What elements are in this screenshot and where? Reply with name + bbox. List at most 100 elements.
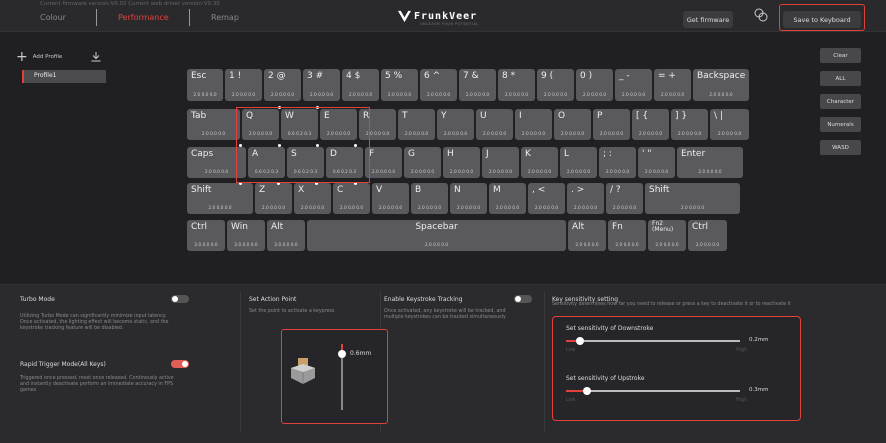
key-2-2[interactable]: S 0.6 0.2 0.3 xyxy=(287,147,324,178)
key-4-0[interactable]: Ctrl 2.0 0.0 0.0 xyxy=(187,220,225,251)
rapid-trigger-toggle[interactable] xyxy=(171,360,189,368)
key-2-8[interactable]: K 2.0 0.0 0.0 xyxy=(521,147,558,178)
key-0-10[interactable]: 0 ) 2.0 0.0 0.0 xyxy=(576,69,613,101)
preset-character-button[interactable]: Character xyxy=(820,94,861,109)
key-1-5[interactable]: T 2.0 0.0 0.0 xyxy=(398,109,435,140)
key-0-9[interactable]: 9 (2.0 0.0 0.0 xyxy=(537,69,574,101)
key-0-5[interactable]: 5 % 2.0 0.0 0.0 xyxy=(381,69,418,101)
key-0-1[interactable]: 1 ! 2.0 0.0 0.0 xyxy=(225,69,262,101)
selection-handle xyxy=(278,106,281,109)
key-1-10[interactable]: P 2.0 0.0 0.0 xyxy=(593,109,630,140)
key-4-4[interactable]: Alt 2.0 0.0 0.0 xyxy=(568,220,606,251)
key-1-4[interactable]: R 2.0 0.0 0.0 xyxy=(359,109,396,140)
key-4-3[interactable]: Spacebar 2.0 0.0 0.0 xyxy=(307,220,566,251)
key-2-6[interactable]: H 2.0 0.0 0.0 xyxy=(443,147,480,178)
key-3-2[interactable]: X 2.0 0.0 0.0 xyxy=(294,183,331,214)
key-3-9[interactable]: . > 2.0 0.0 0.0 xyxy=(567,183,604,214)
key-1-7[interactable]: U 2.0 0.0 0.0 xyxy=(476,109,513,140)
key-3-0[interactable]: Shift 2.0 0.0 0.0 xyxy=(187,183,253,214)
key-3-8[interactable]: , < 2.0 0.0 0.0 xyxy=(528,183,565,214)
key-3-11[interactable]: Shift 2.0 0.0 0.0 xyxy=(645,183,740,214)
key-1-6[interactable]: Y 2.0 0.0 0.0 xyxy=(437,109,474,140)
firmware-version-info: Current firmware version:V0.02 Current w… xyxy=(40,1,220,7)
key-2-0[interactable]: Caps 2.0 0.0 0.0 xyxy=(187,147,246,178)
download-icon[interactable] xyxy=(91,52,101,62)
tab-remap[interactable]: Remap xyxy=(211,13,239,22)
preset-all-button[interactable]: ALL xyxy=(820,71,861,86)
key-actuation-values: 2.0 0.0 0.0 xyxy=(534,206,559,211)
key-actuation-values: 2.0 0.0 0.0 xyxy=(365,132,390,137)
downstroke-slider-track[interactable] xyxy=(566,340,740,342)
key-1-8[interactable]: I 2.0 0.0 0.0 xyxy=(515,109,552,140)
add-profile-button[interactable]: + Add Profile xyxy=(16,50,62,64)
save-to-keyboard-button[interactable]: Save to Keyboard xyxy=(783,11,861,28)
key-label: D xyxy=(330,149,337,159)
key-label: Alt xyxy=(572,222,585,232)
action-point-slider-handle[interactable] xyxy=(338,349,346,358)
key-actuation-values: 2.0 0.0 0.0 xyxy=(660,93,685,98)
preset-wasd-button[interactable]: WASD xyxy=(820,140,861,155)
key-3-10[interactable]: / ? 2.0 0.0 0.0 xyxy=(606,183,643,214)
key-4-7[interactable]: Ctrl 2.0 0.0 0.0 xyxy=(688,220,727,251)
key-actuation-values: 0.6 0.2 0.3 xyxy=(293,170,318,175)
key-label: Caps xyxy=(191,149,214,159)
tab-colour[interactable]: Colour xyxy=(40,13,66,22)
selection-handle xyxy=(278,144,281,147)
key-label: N xyxy=(454,185,461,195)
key-label: T xyxy=(402,111,408,121)
preset-numerals-button[interactable]: Numerals xyxy=(820,117,861,132)
key-2-12[interactable]: Enter 2.0 0.0 0.0 xyxy=(677,147,743,178)
preset-clear-button[interactable]: Clear xyxy=(820,48,861,63)
key-1-2[interactable]: W 0.6 0.2 0.3 xyxy=(281,109,318,140)
key-2-3[interactable]: D 0.6 0.2 0.3 xyxy=(326,147,363,178)
key-0-8[interactable]: 8 * 2.0 0.0 0.0 xyxy=(498,69,535,101)
key-2-10[interactable]: ; : 2.0 0.0 0.0 xyxy=(599,147,636,178)
key-1-9[interactable]: O 2.0 0.0 0.0 xyxy=(554,109,591,140)
key-3-3[interactable]: C 2.0 0.0 0.0 xyxy=(333,183,370,214)
key-2-5[interactable]: G 2.0 0.0 0.0 xyxy=(404,147,441,178)
key-2-7[interactable]: J 2.0 0.0 0.0 xyxy=(482,147,519,178)
key-0-3[interactable]: 3 # 2.0 0.0 0.0 xyxy=(303,69,340,101)
key-4-6[interactable]: Fn2 (Menu) 2.0 0.0 0.0 xyxy=(648,220,686,251)
key-label: B xyxy=(415,185,422,195)
key-label: Shift xyxy=(191,185,212,195)
key-4-5[interactable]: Fn 2.0 0.0 0.0 xyxy=(608,220,646,251)
tab-performance[interactable]: Performance xyxy=(118,13,169,22)
key-actuation-values: 2.0 0.0 0.0 xyxy=(193,93,217,98)
turbo-mode-toggle[interactable] xyxy=(171,295,189,303)
key-4-1[interactable]: Win 2.0 0.0 0.0 xyxy=(227,220,265,251)
language-icon[interactable] xyxy=(754,8,768,22)
key-0-0[interactable]: Esc 2.0 0.0 0.0 xyxy=(187,69,223,101)
upstroke-slider-track[interactable] xyxy=(566,390,740,392)
key-1-1[interactable]: Q 2.0 0.0 0.0 xyxy=(242,109,279,140)
key-1-0[interactable]: Tab 2.0 0.0 0.0 xyxy=(187,109,240,140)
key-actuation-values: 2.0 0.0 0.0 xyxy=(231,93,256,98)
key-4-2[interactable]: Alt 2.0 0.0 0.0 xyxy=(267,220,305,251)
key-2-9[interactable]: L 2.0 0.0 0.0 xyxy=(560,147,597,178)
key-2-1[interactable]: A 0.6 0.2 0.3 xyxy=(248,147,285,178)
upstroke-slider-handle[interactable] xyxy=(582,387,591,395)
downstroke-slider-handle[interactable] xyxy=(575,337,584,345)
key-0-7[interactable]: 7 & 2.0 0.0 0.0 xyxy=(459,69,496,101)
key-1-12[interactable]: ] } 2.0 0.0 0.0 xyxy=(671,109,708,140)
downstroke-high-label: High xyxy=(736,348,748,353)
key-1-3[interactable]: E 2.0 0.0 0.0 xyxy=(320,109,357,140)
key-1-13[interactable]: \ | 2.0 0.0 0.0 xyxy=(710,109,749,140)
key-3-1[interactable]: Z 2.0 0.0 0.0 xyxy=(255,183,292,214)
key-0-11[interactable]: _ - 2.0 0.0 0.0 xyxy=(615,69,652,101)
keystroke-tracking-toggle[interactable] xyxy=(514,295,532,303)
key-0-12[interactable]: = + 2.0 0.0 0.0 xyxy=(654,69,691,101)
key-3-5[interactable]: B 2.0 0.0 0.0 xyxy=(411,183,448,214)
key-1-11[interactable]: [ {2.0 0.0 0.0 xyxy=(632,109,669,140)
key-2-11[interactable]: ' " 2.0 0.0 0.0 xyxy=(638,147,675,178)
key-3-6[interactable]: N 2.0 0.0 0.0 xyxy=(450,183,487,214)
key-0-4[interactable]: 4 $ 2.0 0.0 0.0 xyxy=(342,69,379,101)
key-0-6[interactable]: 6 ^ 2.0 0.0 0.0 xyxy=(420,69,457,101)
key-0-13[interactable]: Backspace 2.0 0.0 0.0 xyxy=(693,69,749,101)
profile-item[interactable]: Profile1 xyxy=(22,70,106,83)
key-3-4[interactable]: V 2.0 0.0 0.0 xyxy=(372,183,409,214)
key-0-2[interactable]: 2 @ 2.0 0.0 0.0 xyxy=(264,69,301,101)
key-3-7[interactable]: M 2.0 0.0 0.0 xyxy=(489,183,526,214)
key-2-4[interactable]: F 2.0 0.0 0.0 xyxy=(365,147,402,178)
get-firmware-button[interactable]: Get firmware xyxy=(683,11,733,28)
